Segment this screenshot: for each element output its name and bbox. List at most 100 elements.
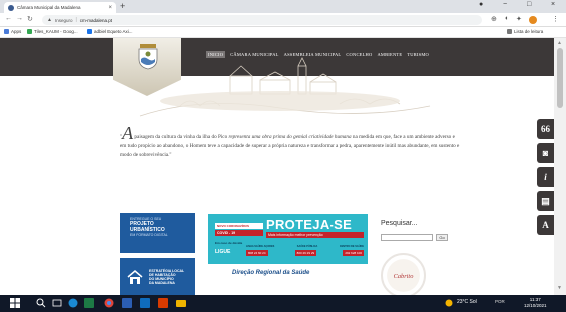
- phone-label: CENTRO DE SAÚDE: [339, 245, 364, 248]
- covid-proteja-banner[interactable]: NOVO CORONAVÍRUS COVID - 19 PROTEJA-SE M…: [208, 214, 368, 264]
- url-text: cm-madalena.pt: [79, 17, 113, 23]
- proteja-ligue: LIGUE: [215, 249, 231, 255]
- font-size-button[interactable]: A: [537, 215, 554, 235]
- hero-quote: "A paisagem da cultura da vinha da ilha …: [120, 124, 460, 160]
- covid-badge: NOVO CORONAVÍRUS: [215, 223, 263, 229]
- windows-start-icon[interactable]: [10, 298, 20, 308]
- apps-grid-icon: [4, 29, 9, 34]
- info-icon: i: [544, 172, 547, 182]
- scroll-down-icon[interactable]: ▼: [557, 285, 562, 291]
- tab-title: Câmara Municipal da Madalena: [17, 5, 81, 10]
- phone-number: 292 628 100: [343, 250, 364, 256]
- drs-link[interactable]: Direção Regional da Saúde: [232, 270, 309, 276]
- quote-emphasis: representa uma obra prima do gemial cria…: [228, 134, 352, 140]
- phone-number: 808 24 60 24: [246, 250, 268, 256]
- camera-icon: ◙: [542, 148, 549, 158]
- drive-icon: [87, 29, 92, 34]
- proteja-subtext: Em caso de dúvida: [215, 241, 243, 245]
- excel-icon[interactable]: [84, 298, 94, 308]
- proteja-info: Mais informação melhor prevenção: [266, 232, 364, 238]
- reading-list-label: Lista de leitura: [514, 29, 544, 34]
- quote-icon: 66: [541, 124, 550, 134]
- scroll-thumb[interactable]: [557, 48, 563, 108]
- bookmark-label: adbiel Equeto Axi...: [94, 29, 133, 34]
- clock-date: 12/10/2021: [524, 303, 547, 308]
- quote-button[interactable]: 66: [537, 119, 554, 139]
- banner-line: ESTRATÉGIA LOCAL: [149, 268, 185, 273]
- address-bar-row: ← → ↻ ▲ Inseguro | cm-madalena.pt ⊕ ◐ ✦ …: [0, 13, 566, 27]
- projeto-urbanistico-banner[interactable]: ENTREGUE O SEU PROJETO URBANÍSTICO EM FO…: [120, 213, 195, 253]
- warning-icon: ▲: [47, 17, 52, 23]
- browser-tab-strip: Câmara Municipal da Madalena × + ● − □ ×: [0, 0, 566, 13]
- weather-sun-icon: [445, 299, 453, 307]
- chrome-icon[interactable]: [104, 298, 114, 308]
- windows-taskbar: 23°C Sol POR 11:37 12/10/2021: [0, 295, 566, 312]
- taskbar-clock[interactable]: 11:37 12/10/2021: [524, 297, 547, 309]
- url-field[interactable]: ▲ Inseguro | cm-madalena.pt: [42, 15, 482, 25]
- puzzle-icon[interactable]: ✦: [516, 15, 522, 23]
- quote-text-1: paisagem da cultura da vinha da ilha do …: [133, 134, 229, 140]
- file-explorer-icon[interactable]: [176, 298, 186, 308]
- browser-tab[interactable]: Câmara Municipal da Madalena ×: [4, 2, 116, 13]
- font-size-icon: A: [542, 220, 549, 230]
- bookmark-apps[interactable]: Apps: [4, 29, 21, 34]
- menu-kebab-icon[interactable]: ⋮: [552, 15, 559, 23]
- url-security-status: Inseguro: [54, 17, 73, 23]
- browser-profile-dot-icon: ●: [479, 1, 484, 8]
- extension-icon[interactable]: ◐: [505, 15, 509, 22]
- search-icon[interactable]: [36, 298, 46, 308]
- search-input[interactable]: [381, 234, 433, 241]
- cabrito-logo[interactable]: Cabrito: [381, 253, 426, 295]
- phone-number: 800 29 29 29: [294, 250, 317, 256]
- task-view-icon[interactable]: [52, 298, 62, 308]
- edge-icon[interactable]: [68, 298, 78, 308]
- phone-labels: LINHA SAÚDE AÇORES SAÚDE PÚBLICA CENTRO …: [246, 245, 364, 248]
- house-icon: [127, 269, 143, 284]
- minimize-button[interactable]: −: [503, 1, 507, 8]
- info-button[interactable]: i: [537, 167, 554, 187]
- outlook-icon[interactable]: [140, 298, 150, 308]
- zoom-icon[interactable]: ⊕: [491, 15, 497, 23]
- bookmarks-bar: Apps Tiles_KAUM - Goog... adbiel Equeto …: [0, 27, 566, 38]
- taskbar-language[interactable]: POR: [495, 299, 505, 304]
- site-favicon-icon: [8, 4, 14, 11]
- covid-label: COVID - 19: [215, 230, 263, 236]
- new-tab-button[interactable]: +: [120, 1, 125, 11]
- book-button[interactable]: ▤: [537, 191, 554, 211]
- search-go-button[interactable]: Go: [436, 234, 448, 241]
- back-arrow-icon[interactable]: ←: [5, 15, 12, 22]
- camera-button[interactable]: ◙: [537, 143, 554, 163]
- svg-text:Cabrito: Cabrito: [394, 273, 414, 280]
- estrategia-habitacao-banner[interactable]: ESTRATÉGIA LOCAL DE HABITAÇÃO DO MUNICÍP…: [120, 258, 195, 295]
- photos-icon[interactable]: [158, 298, 168, 308]
- bookmark-label: Tiles_KAUM - Goog...: [34, 29, 78, 34]
- word-icon[interactable]: [122, 298, 132, 308]
- bookmark-item[interactable]: Tiles_KAUM - Goog...: [27, 29, 78, 34]
- taskbar-weather[interactable]: 23°C Sol: [457, 299, 477, 305]
- drive-icon: [27, 29, 32, 34]
- reading-list-button[interactable]: Lista de leitura: [507, 29, 543, 34]
- reload-icon[interactable]: ↻: [27, 15, 33, 23]
- book-icon: ▤: [541, 195, 550, 206]
- maximize-button[interactable]: □: [527, 1, 531, 8]
- bookmark-item[interactable]: adbiel Equeto Axi...: [87, 29, 133, 34]
- banner-line: DA MADALENA: [149, 280, 175, 285]
- search-label: Pesquisar...: [381, 220, 418, 227]
- cabrito-logo-text: Cabrito: [394, 273, 414, 280]
- forward-arrow-icon[interactable]: →: [16, 15, 23, 22]
- close-window-button[interactable]: ×: [551, 1, 555, 8]
- banner-line: EM FORMATO DIGITAL: [130, 233, 168, 237]
- scroll-up-icon[interactable]: ▲: [557, 40, 562, 46]
- profile-avatar[interactable]: [529, 16, 537, 24]
- page-scrollbar[interactable]: ▲ ▼: [554, 38, 566, 295]
- phone-numbers: 808 24 60 24 800 29 29 29 292 628 100: [246, 250, 364, 256]
- url-separator: |: [75, 17, 77, 23]
- quote-initial: A: [122, 123, 134, 143]
- proteja-title: PROTEJA-SE: [266, 217, 353, 232]
- phone-label: LINHA SAÚDE AÇORES: [246, 245, 275, 248]
- bookmark-label: Apps: [11, 29, 22, 34]
- reading-list-icon: [507, 29, 512, 34]
- web-page: INICIO CÂMARA MUNICIPAL ASSEMBLEIA MUNIC…: [0, 38, 554, 295]
- village-illustration: [139, 57, 431, 117]
- tab-close-icon[interactable]: ×: [108, 5, 112, 11]
